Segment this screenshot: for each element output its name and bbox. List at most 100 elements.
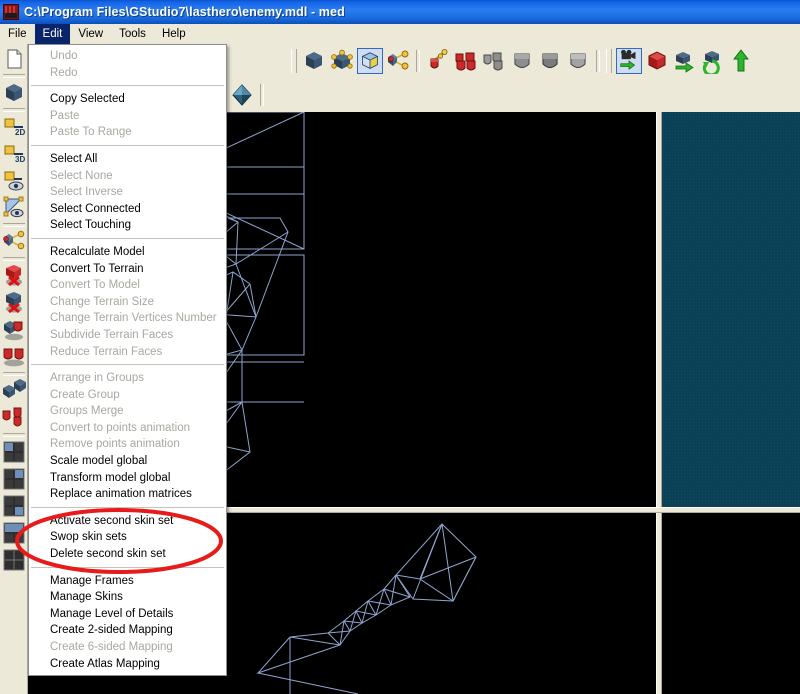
menu-item-groups-merge: Groups Merge [29, 403, 226, 420]
menu-separator [31, 145, 224, 147]
layout-bottom-split-icon[interactable] [1, 493, 27, 519]
menu-item-transform-model-global[interactable]: Transform model global [29, 470, 226, 487]
menu-item-subdivide-terrain-faces: Subdivide Terrain Faces [29, 327, 226, 344]
menu-item-copy-selected[interactable]: Copy Selected [29, 91, 226, 108]
menu-item-help[interactable]: Help [154, 24, 194, 44]
toolbar-separator [260, 84, 264, 106]
window-title: C:\Program Files\GStudio7\lasthero\enemy… [24, 5, 345, 19]
app-icon [3, 4, 19, 20]
octahedron-icon[interactable] [229, 82, 255, 108]
menu-item-undo: Undo [29, 48, 226, 65]
menu-item-remove-points-animation: Remove points animation [29, 436, 226, 453]
toolbar-separator [416, 50, 420, 72]
menu-item-select-connected[interactable]: Select Connected [29, 201, 226, 218]
toolbar-separator [3, 257, 25, 261]
marker-2d-icon[interactable]: 2D [1, 114, 27, 140]
menu-bar: FileEditViewToolsHelp [0, 24, 800, 45]
toolbar-grip[interactable] [291, 49, 297, 73]
node-graph-icon[interactable] [385, 48, 411, 74]
menu-item-convert-to-terrain[interactable]: Convert To Terrain [29, 261, 226, 278]
menu-item-select-none: Select None [29, 168, 226, 185]
menu-item-manage-skins[interactable]: Manage Skins [29, 589, 226, 606]
menu-item-manage-frames[interactable]: Manage Frames [29, 573, 226, 590]
menu-item-create-2-sided-mapping[interactable]: Create 2-sided Mapping [29, 622, 226, 639]
cube-vertices-icon[interactable] [329, 48, 355, 74]
layout-left-split-icon[interactable] [1, 466, 27, 492]
cube-pair-red-blue2-icon[interactable] [1, 405, 27, 431]
menu-item-edit[interactable]: Edit [35, 24, 71, 44]
layout-single-icon[interactable] [1, 547, 27, 573]
cube-red-icon[interactable] [644, 48, 670, 74]
edit-dropdown-menu: UndoRedo Copy SelectedPastePaste To Range… [28, 44, 227, 676]
gray-shield-dark-icon[interactable] [537, 48, 563, 74]
camera-export-icon[interactable] [616, 48, 642, 74]
menu-item-paste-to-range: Paste To Range [29, 124, 226, 141]
menu-item-manage-level-of-details[interactable]: Manage Level of Details [29, 606, 226, 623]
menu-item-change-terrain-vertices-number: Change Terrain Vertices Number [29, 310, 226, 327]
marker-3d-icon[interactable]: 3D [1, 141, 27, 167]
left-toolbar: 2D 3D [0, 44, 28, 694]
toolbar-grip[interactable] [606, 49, 612, 73]
menu-item-reduce-terrain-faces: Reduce Terrain Faces [29, 344, 226, 361]
menu-item-tools[interactable]: Tools [111, 24, 154, 44]
toolbar-separator [3, 223, 25, 227]
gray-shield-light-icon[interactable] [565, 48, 591, 74]
menu-item-file[interactable]: File [0, 24, 35, 44]
svg-text:3D: 3D [15, 155, 25, 164]
toolbar-separator [3, 74, 25, 78]
layout-top-split-icon[interactable] [1, 520, 27, 546]
menu-item-arrange-in-groups: Arrange in Groups [29, 370, 226, 387]
toolbar-separator [3, 108, 25, 112]
menu-item-replace-animation-matrices[interactable]: Replace animation matrices [29, 486, 226, 503]
menu-item-select-inverse: Select Inverse [29, 184, 226, 201]
menu-item-create-atlas-mapping[interactable]: Create Atlas Mapping [29, 656, 226, 673]
cube-faces-icon[interactable] [357, 48, 383, 74]
menu-item-recalculate-model[interactable]: Recalculate Model [29, 244, 226, 261]
menu-separator [31, 238, 224, 240]
menu-item-redo: Redo [29, 65, 226, 82]
bone-red-shield-icon[interactable] [425, 48, 451, 74]
menu-item-convert-to-points-animation: Convert to points animation [29, 420, 226, 437]
menu-item-paste: Paste [29, 108, 226, 125]
select-region-eye-icon[interactable] [1, 195, 27, 221]
cube-move-icon[interactable] [672, 48, 698, 74]
gray-shield-icon[interactable] [509, 48, 535, 74]
menu-item-delete-second-skin-set[interactable]: Delete second skin set [29, 546, 226, 563]
menu-separator [31, 364, 224, 366]
menu-item-select-touching[interactable]: Select Touching [29, 217, 226, 234]
two-gray-shields-icon[interactable] [481, 48, 507, 74]
cube-pair-blue-icon[interactable] [1, 378, 27, 404]
menu-item-scale-model-global[interactable]: Scale model global [29, 453, 226, 470]
menu-item-change-terrain-size: Change Terrain Size [29, 294, 226, 311]
marker-eye-icon[interactable] [1, 168, 27, 194]
arrow-up-green-icon[interactable] [728, 48, 754, 74]
svg-text:2D: 2D [15, 128, 25, 137]
cube-pair-red-icon[interactable] [1, 344, 27, 370]
viewport-bottom-right[interactable] [662, 513, 800, 694]
menu-item-swop-skin-sets[interactable]: Swop skin sets [29, 529, 226, 546]
two-red-shields-icon[interactable] [453, 48, 479, 74]
layout-quad-icon[interactable] [1, 439, 27, 465]
viewport-top-right[interactable] [662, 112, 800, 507]
menu-separator [31, 507, 224, 509]
cube-pair-red-blue-icon[interactable] [1, 317, 27, 343]
cube-rotate-icon[interactable] [700, 48, 726, 74]
menu-item-select-all[interactable]: Select All [29, 151, 226, 168]
title-bar: C:\Program Files\GStudio7\lasthero\enemy… [0, 0, 800, 24]
cube-solid-icon[interactable] [1, 80, 27, 106]
menu-item-create-6-sided-mapping: Create 6-sided Mapping [29, 639, 226, 656]
new-document-icon[interactable] [1, 46, 27, 72]
menu-item-convert-to-model: Convert To Model [29, 277, 226, 294]
menu-item-activate-second-skin-set[interactable]: Activate second skin set [29, 513, 226, 530]
menu-item-view[interactable]: View [70, 24, 111, 44]
menu-item-create-group: Create Group [29, 387, 226, 404]
toolbar-separator [3, 372, 25, 376]
cube-solid-icon[interactable] [301, 48, 327, 74]
delete-blue-cube-icon[interactable] [1, 290, 27, 316]
delete-red-cube-icon[interactable] [1, 263, 27, 289]
toolbar-separator [596, 50, 600, 72]
application-window: C:\Program Files\GStudio7\lasthero\enemy… [0, 0, 800, 694]
menu-separator [31, 567, 224, 569]
menu-separator [31, 85, 224, 87]
node-graph-icon[interactable] [1, 229, 27, 255]
